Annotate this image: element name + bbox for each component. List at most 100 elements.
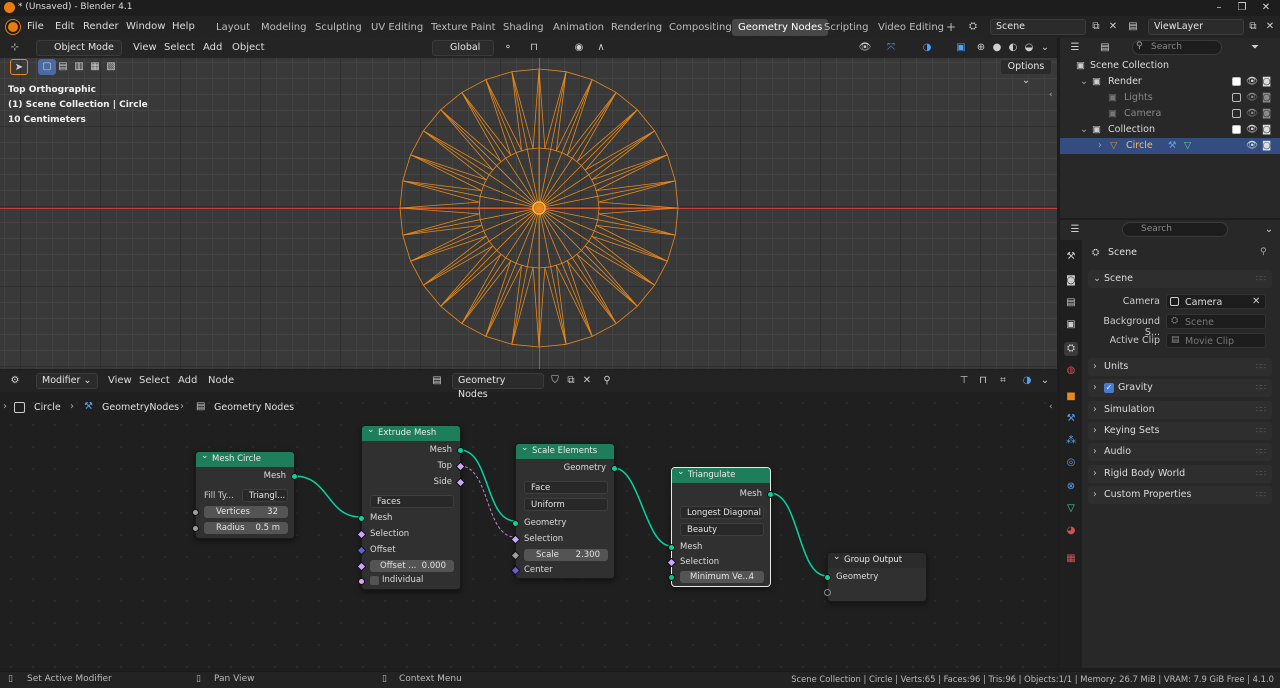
- node-context-selector[interactable]: Modifier ⌄: [36, 373, 98, 389]
- node-menu-select[interactable]: Select: [134, 373, 175, 389]
- circle-camera-icon[interactable]: ◙: [1262, 138, 1271, 154]
- particles-tab-icon[interactable]: ⁂: [1064, 434, 1078, 448]
- ngon-method-dropdown[interactable]: Beauty: [680, 523, 764, 536]
- world-tab-icon[interactable]: ◍: [1064, 364, 1078, 378]
- gravity-checkbox[interactable]: ✓: [1104, 383, 1114, 393]
- data-tab-icon[interactable]: ▽: [1064, 502, 1078, 516]
- menu-render[interactable]: Render: [78, 19, 124, 35]
- camera-render-icon[interactable]: ◙: [1262, 106, 1271, 122]
- circle-mesh-data-icon[interactable]: ▽: [1184, 138, 1191, 154]
- section-keying-sets[interactable]: › Keying Sets ∷∷: [1088, 422, 1272, 440]
- proportional-edit-icon[interactable]: ◉: [570, 40, 588, 56]
- tab-modeling[interactable]: Modeling: [255, 19, 313, 36]
- view-layer-selector[interactable]: ViewLayer: [1148, 19, 1244, 35]
- node-menu-node[interactable]: Node: [203, 373, 239, 389]
- scale-domain-dropdown[interactable]: Face: [524, 481, 608, 494]
- radius-socket[interactable]: [192, 525, 199, 532]
- active-clip-field[interactable]: Movie Clip: [1166, 333, 1266, 348]
- lights-exclude-checkbox[interactable]: [1232, 93, 1241, 102]
- constraints-tab-icon[interactable]: ⊗: [1064, 480, 1078, 494]
- node-tree-browse-icon[interactable]: ▤: [428, 373, 446, 389]
- units-grip-icon[interactable]: ∷∷: [1256, 358, 1266, 376]
- node-triangulate[interactable]: Triangulate Mesh Longest Diagonal Beauty…: [666, 465, 774, 587]
- triangulate-in-mesh-socket[interactable]: [668, 544, 675, 551]
- offset-scale-field[interactable]: Offset ... 0.000: [370, 560, 454, 572]
- circle-eye-icon[interactable]: 👁: [1246, 138, 1258, 154]
- transform-orientation-selector[interactable]: Global: [432, 40, 494, 56]
- visibility-icon[interactable]: 👁: [856, 40, 874, 56]
- material-tab-icon[interactable]: ◕: [1064, 524, 1078, 538]
- menu-help[interactable]: Help: [167, 19, 200, 35]
- properties-type-icon[interactable]: ☰: [1066, 222, 1084, 238]
- new-view-layer-button[interactable]: ⧉: [1244, 19, 1262, 35]
- vertices-socket[interactable]: [192, 509, 199, 516]
- scene-icon[interactable]: ⛭: [964, 19, 982, 35]
- section-audio[interactable]: › Audio ∷∷: [1088, 443, 1272, 461]
- tab-layout[interactable]: Layout: [210, 19, 256, 36]
- pivot-icon[interactable]: ⚬: [499, 40, 517, 56]
- parent-icon[interactable]: ⊤: [955, 373, 973, 389]
- individual-checkbox[interactable]: [370, 576, 379, 585]
- mesh-circle-mesh-socket[interactable]: [291, 473, 298, 480]
- select-tool-icon[interactable]: ➤: [10, 59, 28, 75]
- node-group-output[interactable]: Group Output Geometry: [824, 550, 927, 602]
- restore-button[interactable]: ❐: [1230, 0, 1254, 16]
- object-tab-icon[interactable]: ■: [1064, 390, 1078, 404]
- custom-props-grip-icon[interactable]: ∷∷: [1256, 486, 1266, 504]
- output-geometry-socket[interactable]: [824, 574, 831, 581]
- collection-camera-icon[interactable]: ◙: [1262, 122, 1271, 138]
- tab-uv-editing[interactable]: UV Editing: [365, 19, 429, 36]
- editor-type-icon[interactable]: ⊹: [6, 40, 24, 56]
- camera-eye-icon[interactable]: 👁: [1246, 106, 1258, 122]
- modifier-tab-icon[interactable]: ⚒: [1064, 412, 1078, 426]
- xray-icon[interactable]: ▣: [952, 40, 970, 56]
- section-simulation[interactable]: › Simulation ∷∷: [1088, 401, 1272, 419]
- shading-options-icon[interactable]: ⌄: [1036, 40, 1054, 56]
- outliner-row-lights[interactable]: ▣ Lights 👁 ◙: [1060, 90, 1280, 106]
- pin-icon[interactable]: ⚲: [598, 373, 616, 389]
- texture-tab-icon[interactable]: ▦: [1064, 552, 1078, 566]
- section-scene-grip-icon[interactable]: ∷∷: [1256, 270, 1266, 288]
- scale-value-field[interactable]: Scale 2.300: [524, 549, 608, 561]
- section-custom-properties[interactable]: › Custom Properties ∷∷: [1088, 486, 1272, 504]
- render-eye-icon[interactable]: 👁: [1246, 74, 1258, 90]
- sidebar-toggle-icon[interactable]: ‹: [1049, 90, 1053, 100]
- add-workspace-button[interactable]: +: [940, 19, 962, 36]
- min-vertices-socket[interactable]: [668, 574, 675, 581]
- simulation-grip-icon[interactable]: ∷∷: [1256, 401, 1266, 419]
- node-editor-type-icon[interactable]: ⚙: [6, 373, 24, 389]
- outliner[interactable]: ☰ ▤ Search ⚲ ⏷ ▣ Scene Collection ⌄ ▣ Re…: [1060, 38, 1280, 218]
- gravity-grip-icon[interactable]: ∷∷: [1256, 379, 1266, 397]
- tab-texture-paint[interactable]: Texture Paint: [425, 19, 502, 36]
- camera-exclude-checkbox[interactable]: [1232, 109, 1241, 118]
- scale-mode-dropdown[interactable]: Uniform: [524, 498, 608, 511]
- view-layer-icon[interactable]: ▤: [1124, 19, 1142, 35]
- tab-animation[interactable]: Animation: [547, 19, 610, 36]
- filter-icon[interactable]: ⏷: [1246, 40, 1264, 56]
- snap-icon[interactable]: ⊓: [525, 40, 543, 56]
- collection-expand-icon[interactable]: ⌄: [1080, 122, 1088, 138]
- physics-tab-icon[interactable]: ◎: [1064, 456, 1078, 470]
- options-button[interactable]: Options ⌄: [1000, 59, 1052, 86]
- keying-grip-icon[interactable]: ∷∷: [1256, 422, 1266, 440]
- min-vertices-field[interactable]: Minimum Ve... 4: [680, 571, 764, 583]
- extrude-in-mesh-socket[interactable]: [358, 515, 365, 522]
- properties-options-icon[interactable]: ⌄: [1260, 222, 1278, 238]
- background-scene-field[interactable]: Scene: [1166, 314, 1266, 329]
- render-tab-icon[interactable]: ◙: [1064, 274, 1078, 288]
- outliner-search-input[interactable]: Search: [1132, 40, 1222, 55]
- outliner-row-render[interactable]: ⌄ ▣ Render 👁 ◙: [1060, 74, 1280, 90]
- menu-file[interactable]: File: [22, 19, 49, 35]
- render-expand-icon[interactable]: ⌄: [1080, 74, 1088, 90]
- collection-exclude-checkbox[interactable]: [1232, 125, 1241, 134]
- quad-method-dropdown[interactable]: Longest Diagonal: [680, 506, 764, 519]
- tab-video-editing[interactable]: Video Editing: [872, 19, 950, 36]
- mode-selector[interactable]: Object Mode ⌄: [36, 40, 122, 67]
- scene-selector[interactable]: Scene: [990, 19, 1086, 35]
- collection-eye-icon[interactable]: 👁: [1246, 122, 1258, 138]
- node-sidebar-toggle-icon[interactable]: ‹: [1049, 402, 1053, 412]
- fill-type-dropdown[interactable]: Triangl...: [242, 489, 288, 502]
- viewport-menu-add[interactable]: Add: [198, 40, 227, 56]
- scene-tab-icon[interactable]: ⛭: [1064, 342, 1078, 356]
- extrude-out-mesh-socket[interactable]: [457, 447, 464, 454]
